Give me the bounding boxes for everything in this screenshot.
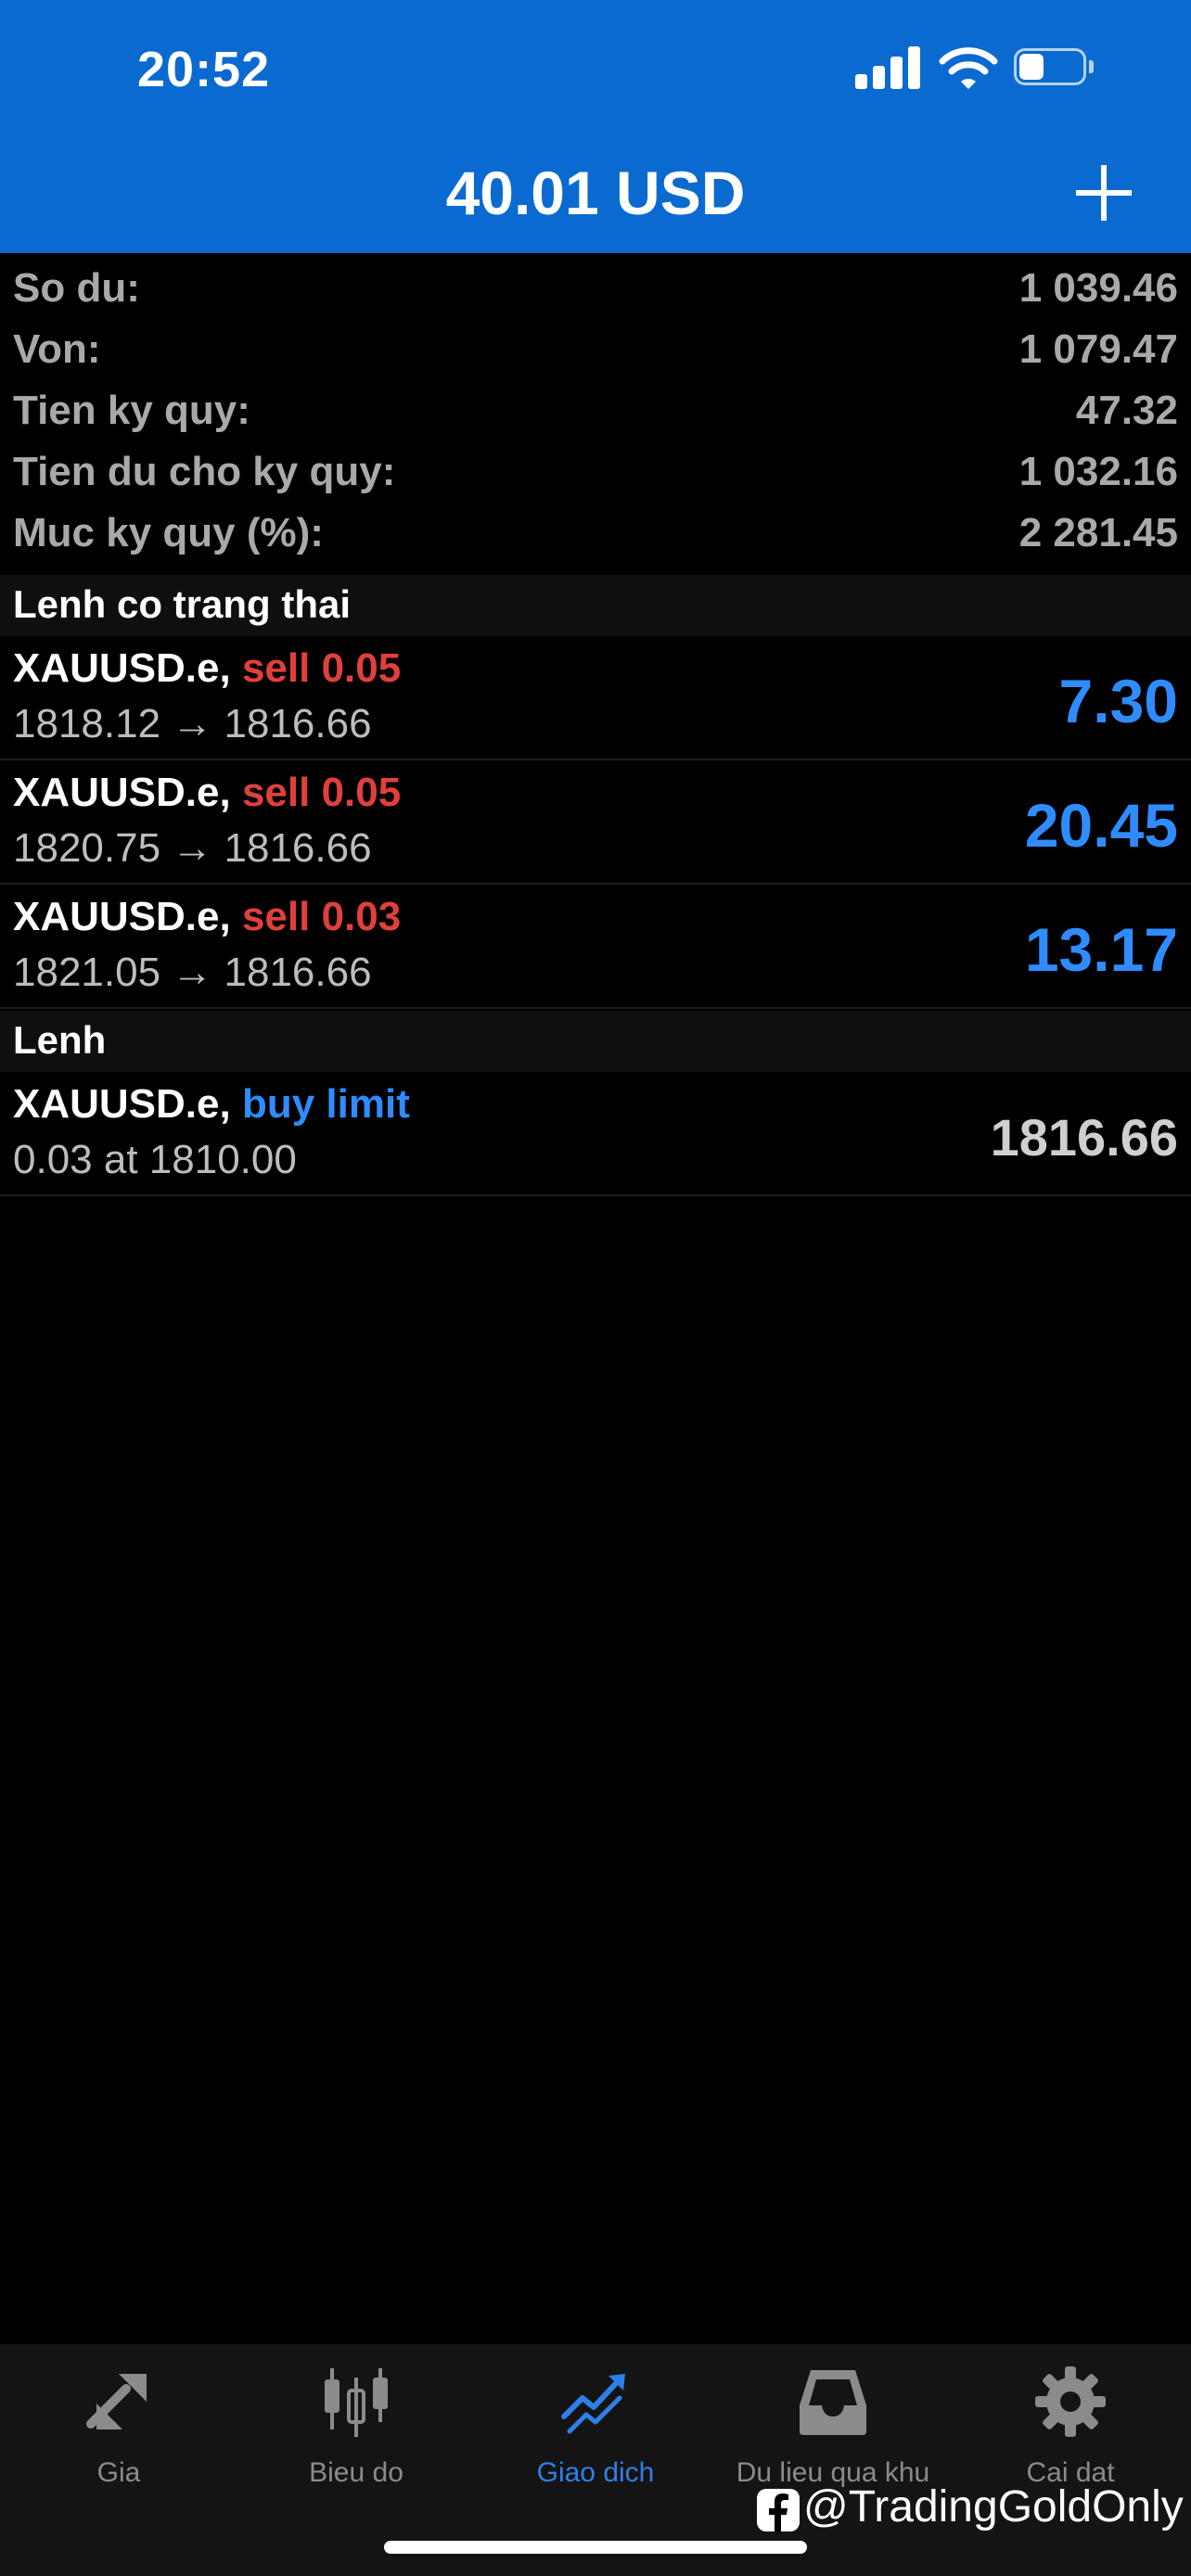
- battery-icon: [1014, 48, 1097, 89]
- candlestick-chart-icon: [325, 2368, 388, 2437]
- app-header: 20:52 40.01 USD: [0, 0, 1191, 253]
- summary-value: 1 039.46: [1018, 265, 1178, 311]
- summary-value: 1 032.16: [1018, 449, 1178, 494]
- summary-label: So du:: [13, 265, 140, 311]
- summary-row-free-margin: Tien du cho ky quy: 1 032.16: [0, 443, 1191, 504]
- summary-value: 47.32: [1075, 388, 1178, 433]
- position-row[interactable]: XAUUSD.e, sell 0.05 1820.75 → 1816.66 20…: [0, 760, 1191, 885]
- page-title: 40.01 USD: [445, 159, 746, 227]
- position-prices: 1820.75 → 1816.66: [13, 825, 372, 871]
- position-symbol: XAUUSD.e,: [13, 770, 231, 815]
- position-side: sell 0.03: [241, 894, 402, 939]
- order-current-price: 1816.66: [990, 1108, 1178, 1167]
- battery-level: [1019, 54, 1044, 80]
- order-row[interactable]: XAUUSD.e, buy limit 0.03 at 1810.00 1816…: [0, 1072, 1191, 1196]
- order-title: XAUUSD.e, buy limit: [13, 1081, 410, 1128]
- position-profit: 7.30: [1058, 667, 1178, 735]
- position-prices: 1821.05 → 1816.66: [13, 950, 372, 995]
- summary-value: 1 079.47: [1018, 326, 1178, 372]
- position-title: XAUUSD.e, sell 0.05: [13, 770, 401, 816]
- position-profit: 13.17: [1024, 915, 1178, 984]
- gear-icon: [1035, 2366, 1106, 2437]
- position-symbol: XAUUSD.e,: [13, 645, 231, 691]
- summary-label: Von:: [13, 326, 101, 372]
- quotes-arrows-icon: [86, 2374, 147, 2429]
- position-symbol: XAUUSD.e,: [13, 894, 231, 939]
- position-profit: 20.45: [1024, 791, 1178, 860]
- position-title: XAUUSD.e, sell 0.03: [13, 894, 401, 940]
- summary-row-balance: So du: 1 039.46: [0, 260, 1191, 321]
- summary-label: Muc ky quy (%):: [13, 510, 324, 555]
- trade-trend-icon: [561, 2374, 625, 2434]
- status-time: 20:52: [137, 42, 271, 97]
- positions-section-header: Lenh co trang thai: [0, 575, 1191, 636]
- orders-section-header: Lenh: [0, 1011, 1191, 1072]
- section-title: Lenh: [13, 1018, 107, 1062]
- summary-label: Tien ky quy:: [13, 388, 250, 433]
- summary-row-margin: Tien ky quy: 47.32: [0, 382, 1191, 443]
- tab-trade[interactable]: Giao dich: [477, 2365, 714, 2504]
- position-title: XAUUSD.e, sell 0.05: [13, 645, 401, 692]
- watermark-text: @TradingGoldOnly: [803, 2482, 1184, 2531]
- cellular-signal-icon: [855, 46, 920, 89]
- summary-value: 2 281.45: [1018, 510, 1178, 555]
- history-inbox-icon: [800, 2370, 866, 2435]
- tab-quotes[interactable]: Gia: [0, 2365, 237, 2504]
- position-row[interactable]: XAUUSD.e, sell 0.03 1821.05 → 1816.66 13…: [0, 885, 1191, 1009]
- position-row[interactable]: XAUUSD.e, sell 0.05 1818.12 → 1816.66 7.…: [0, 636, 1191, 760]
- tab-label: Giao dich: [536, 2457, 655, 2488]
- wifi-icon: [939, 47, 998, 89]
- summary-label: Tien du cho ky quy:: [13, 449, 396, 494]
- plus-icon[interactable]: [1076, 165, 1132, 221]
- tab-chart[interactable]: Bieu do: [237, 2365, 475, 2504]
- position-prices: 1818.12 → 1816.66: [13, 701, 372, 746]
- order-type: buy limit: [241, 1081, 410, 1127]
- position-side: sell 0.05: [241, 770, 402, 815]
- tab-label: Bieu do: [309, 2457, 403, 2488]
- tab-label: Gia: [96, 2457, 141, 2488]
- facebook-icon: [757, 2489, 800, 2531]
- summary-row-equity: Von: 1 079.47: [0, 321, 1191, 382]
- order-symbol: XAUUSD.e,: [13, 1081, 231, 1127]
- position-side: sell 0.05: [241, 645, 402, 691]
- account-summary: So du: 1 039.46 Von: 1 079.47 Tien ky qu…: [0, 260, 1191, 566]
- home-indicator[interactable]: [384, 2541, 807, 2554]
- summary-row-margin-level: Muc ky quy (%): 2 281.45: [0, 504, 1191, 566]
- order-detail: 0.03 at 1810.00: [13, 1137, 297, 1182]
- section-title: Lenh co trang thai: [13, 582, 352, 626]
